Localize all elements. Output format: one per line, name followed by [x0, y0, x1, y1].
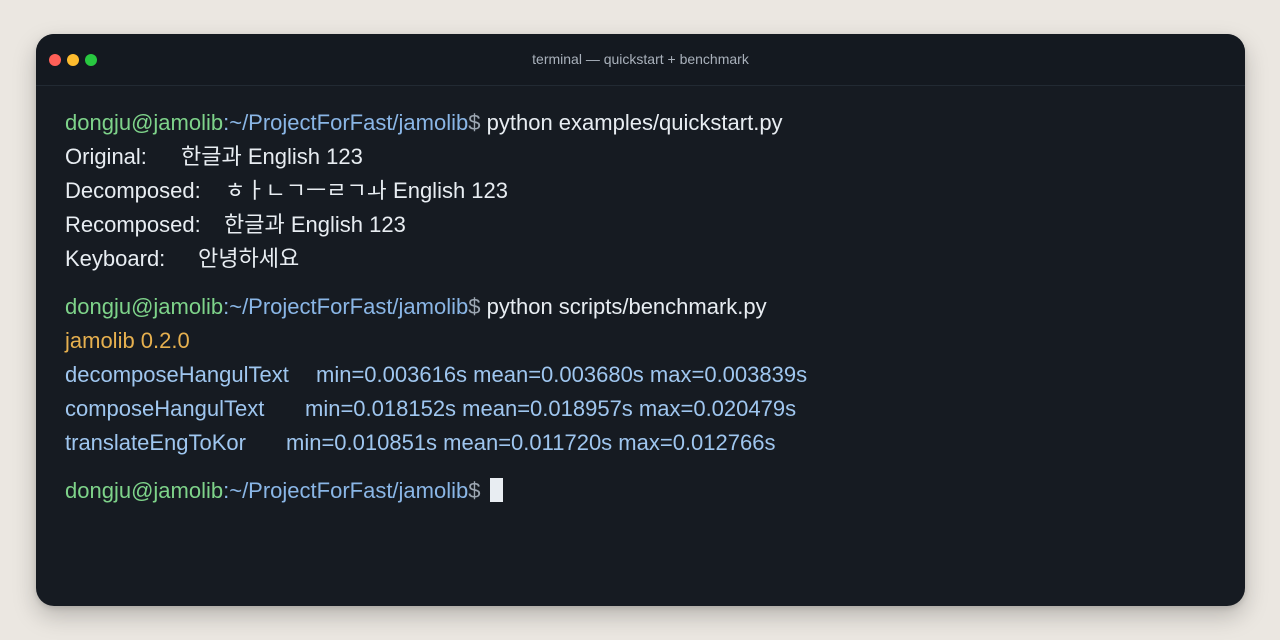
command-text: python examples/quickstart.py [486, 110, 783, 135]
prompt-path: ~/ProjectForFast/jamolib [229, 110, 469, 135]
output-label: Recomposed: [65, 212, 201, 237]
prompt-symbol: $ [468, 110, 481, 135]
prompt-line-benchmark: dongju@jamolib:~/ProjectForFast/jamolib$… [65, 290, 1225, 324]
prompt-user-host: dongju@jamolib [65, 110, 224, 135]
prompt-symbol: $ [468, 478, 481, 503]
benchmark-row: translateEngToKor min=0.010851s mean=0.01… [65, 426, 1225, 460]
version-line: jamolib 0.2.0 [65, 328, 190, 353]
output-value: ㅎㅏㄴㄱㅡㄹㄱㅘ English 123 [225, 178, 509, 203]
output-value: 안녕하세요 [198, 246, 300, 271]
terminal-output[interactable]: dongju@jamolib:~/ProjectForFast/jamolib$… [65, 106, 1225, 508]
prompt-line-quickstart: dongju@jamolib:~/ProjectForFast/jamolib$… [65, 106, 1225, 140]
output-label: Original: [65, 144, 147, 169]
prompt-user-host: dongju@jamolib [65, 478, 224, 503]
output-label: Decomposed: [65, 178, 201, 203]
prompt-user-host: dongju@jamolib [65, 294, 224, 319]
output-line-original: Original: 한글과 English 123 [65, 140, 1225, 174]
benchmark-stats: min=0.018152s mean=0.018957s max=0.02047… [305, 396, 797, 421]
output-line-decomposed: Decomposed: ㅎㅏㄴㄱㅡㄹㄱㅘ English 123 [65, 174, 1225, 208]
output-line-recomposed: Recomposed: 한글과 English 123 [65, 208, 1225, 242]
prompt-path: ~/ProjectForFast/jamolib [229, 294, 469, 319]
prompt-symbol: $ [468, 294, 481, 319]
benchmark-row: composeHangulText min=0.018152s mean=0.01… [65, 392, 1225, 426]
benchmark-function-name: decomposeHangulText [65, 362, 289, 387]
benchmark-row: decomposeHangulText min=0.003616s mean=0.… [65, 358, 1225, 392]
benchmark-function-name: composeHangulText [65, 396, 265, 421]
benchmark-stats: min=0.003616s mean=0.003680s max=0.00383… [316, 362, 808, 387]
prompt-path: ~/ProjectForFast/jamolib [229, 478, 469, 503]
benchmark-function-name: translateEngToKor [65, 430, 246, 455]
window-title: terminal — quickstart + benchmark [532, 51, 749, 67]
output-value: 한글과 English 123 [224, 212, 406, 237]
window-titlebar: terminal — quickstart + benchmark [36, 34, 1245, 86]
prompt-line-current: dongju@jamolib:~/ProjectForFast/jamolib$ [65, 474, 1225, 508]
output-line-keyboard: Keyboard: 안녕하세요 [65, 242, 1225, 276]
command-text: python scripts/benchmark.py [486, 294, 767, 319]
output-value: 한글과 English 123 [181, 144, 363, 169]
output-label: Keyboard: [65, 246, 166, 271]
text-cursor[interactable] [489, 478, 503, 503]
terminal-window: terminal — quickstart + benchmark dongju… [36, 34, 1245, 606]
benchmark-stats: min=0.010851s mean=0.011720s max=0.01276… [286, 430, 776, 455]
